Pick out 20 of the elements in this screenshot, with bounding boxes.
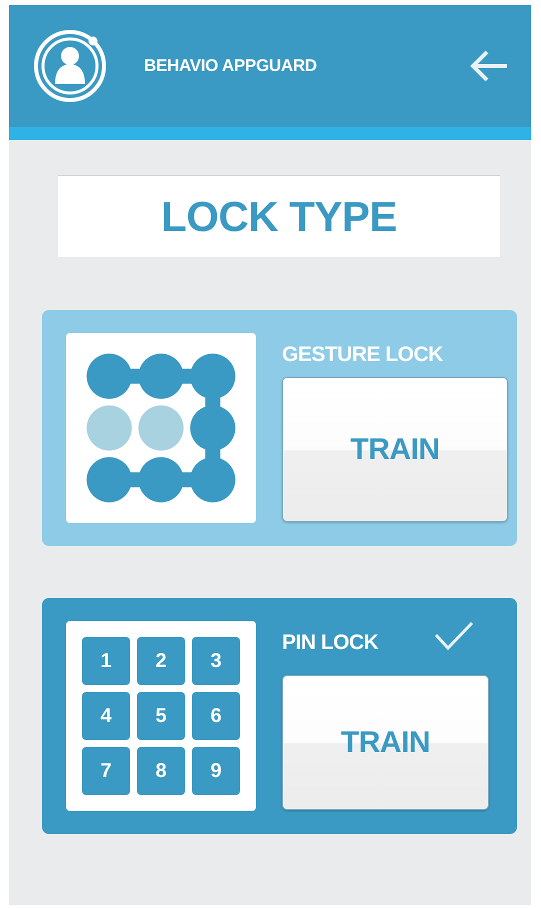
lock-option-card[interactable]: 1 2 3 4 5 6 7 8 9 PIN LOCK TRAIN (42, 598, 517, 834)
app-title: BEHAVIO APPGUARD (144, 56, 318, 76)
keypad-key: 8 (137, 747, 185, 795)
train-button[interactable]: TRAIN (282, 377, 508, 522)
lock-label: PIN LOCK (282, 631, 378, 655)
keypad-key: 1 (82, 637, 130, 685)
lock-option-card[interactable]: GESTURE LOCK TRAIN (42, 310, 517, 546)
keypad-key: 5 (137, 692, 185, 740)
lock-label: GESTURE LOCK (282, 343, 443, 367)
keypad-key: 2 (137, 637, 185, 685)
page-heading: LOCK TYPE (58, 175, 500, 257)
back-arrow-icon[interactable] (469, 49, 509, 83)
keypad-key: 3 (192, 637, 240, 685)
keypad-key: 7 (82, 747, 130, 795)
keypad-key: 4 (82, 692, 130, 740)
keypad-key: 6 (192, 692, 240, 740)
checkmark-icon (434, 621, 474, 651)
keypad-key: 9 (192, 747, 240, 795)
train-button[interactable]: TRAIN (282, 675, 489, 810)
user-avatar-icon (33, 29, 107, 103)
